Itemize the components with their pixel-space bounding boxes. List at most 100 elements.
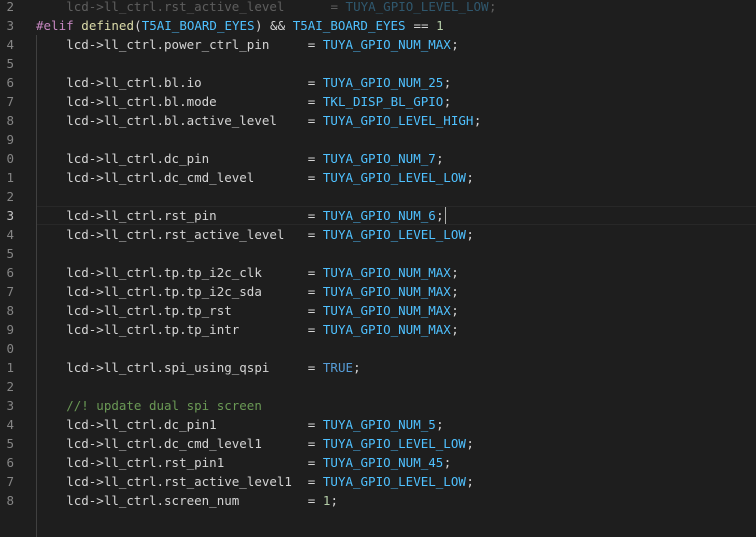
line-number: 5 <box>0 434 14 453</box>
code-token-rhs: TUYA_GPIO_LEVEL_LOW <box>322 436 466 451</box>
code-token-eq: = <box>307 474 316 489</box>
code-line[interactable] <box>36 54 756 73</box>
line-number-text: 2 <box>6 189 14 204</box>
code-line[interactable]: lcd->ll_ctrl.tp.tp_i2c_clk = TUYA_GPIO_NUM… <box>36 263 756 282</box>
line-number-text: 3 <box>6 18 14 33</box>
code-line[interactable]: lcd->ll_ctrl.tp.tp_rst = TUYA_GPIO_NUM_MAX… <box>36 301 756 320</box>
code-line[interactable]: lcd->ll_ctrl.bl.mode = TKL_DISP_BL_GPIO; <box>36 92 756 111</box>
code-token-eq: = <box>307 113 316 128</box>
code-token-eq: = <box>307 303 316 318</box>
code-token-semi: ; <box>443 94 452 109</box>
code-line[interactable]: lcd->ll_ctrl.screen_num = 1; <box>36 491 756 510</box>
code-line[interactable] <box>36 377 756 396</box>
code-token-eq: = <box>307 151 316 166</box>
code-token-rhs: TUYA_GPIO_LEVEL_LOW <box>322 227 466 242</box>
code-token-eq: = <box>307 284 316 299</box>
code-token-eq: = <box>307 455 316 470</box>
code-line[interactable]: lcd->ll_ctrl.dc_cmd_level = TUYA_GPIO_LEVE… <box>36 168 756 187</box>
line-number: 4 <box>0 225 14 244</box>
code-token-semi: ; <box>436 417 444 432</box>
code-token-semi: ; <box>466 170 474 185</box>
code-line[interactable]: lcd->ll_ctrl.rst_pin1 = TUYA_GPIO_NUM_45; <box>36 453 756 472</box>
code-token-lhs: lcd->ll_ctrl.rst_pin1 <box>66 455 225 470</box>
code-token-op: == <box>413 18 429 33</box>
code-line-current[interactable]: lcd->ll_ctrl.rst_pin = TUYA_GPIO_NUM_6; <box>36 206 756 225</box>
code-line[interactable]: lcd->ll_ctrl.rst_active_level1 = TUYA_GPIO… <box>36 472 756 491</box>
code-token-semi: ; <box>466 474 474 489</box>
code-token-rhs: TUYA_GPIO_NUM_7 <box>322 151 436 166</box>
code-line[interactable]: lcd->ll_ctrl.dc_cmd_level1 = TUYA_GPIO_LEV… <box>36 434 756 453</box>
code-token-rhs: 1 <box>322 493 331 508</box>
indent-guide <box>36 35 37 537</box>
code-line[interactable]: lcd->ll_ctrl.rst_active_level = TUYA_GPIO_… <box>36 0 756 16</box>
code-token-semi: ; <box>466 436 474 451</box>
code-line[interactable]: lcd->ll_ctrl.bl.active_level = TUYA_GPIO_L… <box>36 111 756 130</box>
line-number-text: 5 <box>6 56 14 71</box>
code-token-semi: ; <box>436 208 444 223</box>
code-token-lhs: lcd->ll_ctrl.tp.tp_intr <box>66 322 240 337</box>
line-number-text: 3 <box>6 398 14 413</box>
code-token-lhs: lcd->ll_ctrl.dc_pin <box>66 151 210 166</box>
code-line[interactable] <box>36 187 756 206</box>
code-token-lhs: lcd->ll_ctrl.power_ctrl_pin <box>66 37 270 52</box>
line-number: 0 <box>0 149 14 168</box>
code-line[interactable] <box>36 130 756 149</box>
code-token-rhs: TUYA_GPIO_NUM_25 <box>322 75 444 90</box>
line-number-text: 9 <box>6 132 14 147</box>
line-number: 5 <box>0 244 14 263</box>
code-line[interactable]: lcd->ll_ctrl.bl.io = TUYA_GPIO_NUM_25; <box>36 73 756 92</box>
code-line[interactable] <box>36 244 756 263</box>
line-number-text: 8 <box>6 493 14 508</box>
code-token-rhs: TRUE <box>322 360 353 375</box>
line-number-text: 2 <box>6 0 14 14</box>
code-token-eq: = <box>307 37 316 52</box>
code-area[interactable]: lcd->ll_ctrl.rst_active_level = TUYA_GPIO_… <box>36 0 756 537</box>
code-line[interactable]: lcd->ll_ctrl.rst_active_level = TUYA_GPIO_… <box>36 225 756 244</box>
line-number-text: 1 <box>6 170 14 185</box>
line-number: 2 <box>0 0 14 16</box>
line-number: 3 <box>0 396 14 415</box>
code-token-rhs: TUYA_GPIO_LEVEL_HIGH <box>322 113 474 128</box>
code-token-rhs: TUYA_GPIO_NUM_MAX <box>322 322 451 337</box>
code-token-lhs: lcd->ll_ctrl.tp.tp_i2c_sda <box>66 284 262 299</box>
code-line[interactable]: #elif defined(T5AI_BOARD_EYES) && T5AI_BOAR… <box>36 16 756 35</box>
text-cursor <box>444 207 446 224</box>
code-token-semi: ; <box>451 284 459 299</box>
code-token-eq: = <box>307 75 316 90</box>
code-editor[interactable]: 2 3 4 5 6 7 8 9 0 1 2 3 4 5 6 7 8 9 0 1 2 3 4 5 6 7 8 lcd->ll_ctrl… <box>0 0 756 537</box>
code-token-semi: ; <box>451 265 459 280</box>
code-line[interactable]: lcd->ll_ctrl.dc_pin1 = TUYA_GPIO_NUM_5; <box>36 415 756 434</box>
code-line[interactable]: //! update dual spi screen <box>36 396 756 415</box>
code-token-rhs: TUYA_GPIO_NUM_MAX <box>322 284 451 299</box>
line-number: 8 <box>0 491 14 510</box>
code-line[interactable]: lcd->ll_ctrl.tp.tp_intr = TUYA_GPIO_NUM_MA… <box>36 320 756 339</box>
code-line[interactable]: lcd->ll_ctrl.dc_pin = TUYA_GPIO_NUM_7; <box>36 149 756 168</box>
code-token-lhs: lcd->ll_ctrl.dc_cmd_level1 <box>66 436 262 451</box>
code-token-rhs: TKL_DISP_BL_GPIO <box>322 94 444 109</box>
line-number-text: 7 <box>6 284 14 299</box>
code-line[interactable] <box>36 339 756 358</box>
code-token-semi: ; <box>451 303 459 318</box>
line-number: 6 <box>0 263 14 282</box>
code-token-semi: ; <box>451 37 459 52</box>
code-token-rhs: TUYA_GPIO_NUM_45 <box>322 455 444 470</box>
code-token-semi: ; <box>489 0 497 14</box>
line-number: 3 <box>0 206 14 225</box>
code-token-rhs: TUYA_GPIO_NUM_MAX <box>322 303 451 318</box>
code-token-lhs: lcd->ll_ctrl.rst_active_level <box>66 227 285 242</box>
line-number-text: 8 <box>6 303 14 318</box>
code-token-lhs: lcd->ll_ctrl.bl.mode <box>66 94 217 109</box>
code-token-eq: = <box>307 417 316 432</box>
code-line[interactable]: lcd->ll_ctrl.tp.tp_i2c_sda = TUYA_GPIO_NUM… <box>36 282 756 301</box>
code-token-macro: T5AI_BOARD_EYES <box>141 18 255 33</box>
line-number-text: 5 <box>6 246 14 261</box>
line-number-text: 5 <box>6 436 14 451</box>
line-number: 7 <box>0 472 14 491</box>
code-line[interactable]: lcd->ll_ctrl.spi_using_qspi = TRUE; <box>36 358 756 377</box>
code-line[interactable]: lcd->ll_ctrl.power_ctrl_pin = TUYA_GPIO_NU… <box>36 35 756 54</box>
line-number-text: 1 <box>6 360 14 375</box>
line-number: 4 <box>0 35 14 54</box>
line-number: 0 <box>0 339 14 358</box>
code-token-eq: = <box>307 493 316 508</box>
line-number: 3 <box>0 16 14 35</box>
